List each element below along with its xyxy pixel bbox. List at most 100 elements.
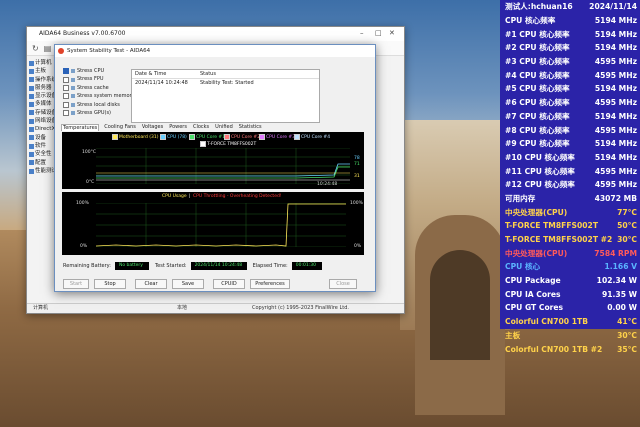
checkbox[interactable] — [63, 68, 69, 75]
close-button[interactable]: Close — [329, 279, 357, 289]
tree-node-icon — [29, 135, 34, 141]
stress-option[interactable]: Stress CPU — [63, 67, 135, 75]
tab-powers[interactable]: Powers — [168, 124, 188, 131]
stress-option[interactable]: Stress cache — [63, 84, 135, 92]
legend-core-4[interactable]: CPU Core #4 — [294, 134, 330, 140]
tree-item[interactable]: 网络设备 — [29, 117, 57, 125]
tree-item[interactable]: DirectX — [29, 125, 57, 133]
legend-core-3[interactable]: CPU Core #3 — [259, 134, 295, 140]
overlay-row: #6 CPU 核心频率 4595 MHz — [500, 96, 640, 110]
minimize-icon[interactable]: – — [360, 29, 364, 37]
temp-val-71: 71 — [354, 162, 360, 167]
tree-item[interactable]: 软件 — [29, 142, 57, 150]
overlay-label: #7 CPU 核心频率 — [505, 111, 570, 121]
overlay-value: 30°C — [617, 235, 637, 245]
device-icon — [71, 94, 75, 99]
overlay-value: 30°C — [617, 330, 637, 340]
tree-item[interactable]: 性能测试 — [29, 167, 57, 175]
tab-statistics[interactable]: Statistics — [238, 124, 263, 131]
overlay-user: 测试人:hchuan16 — [505, 2, 573, 12]
tree-item[interactable]: 主板 — [29, 67, 57, 75]
stress-option[interactable]: Stress system memory — [63, 92, 135, 100]
overlay-value: 50°C — [617, 221, 637, 231]
tree-item[interactable]: 服务器 — [29, 84, 57, 92]
usage-axis-bottom-right: 0% — [354, 244, 362, 249]
overlay-label: #12 CPU 核心频率 — [505, 180, 575, 190]
legend-core-2[interactable]: CPU Core #2 — [224, 134, 260, 140]
tree-node-icon — [29, 102, 34, 108]
overlay-date: 2024/11/14 — [589, 2, 637, 12]
overlay-row: 中央处理器(CPU) 77°C — [500, 205, 640, 219]
tree-item[interactable]: 配置 — [29, 159, 57, 167]
clear-button[interactable]: Clear — [135, 279, 167, 289]
tree-node-icon — [29, 168, 34, 174]
elapsed-label: Elapsed Time: — [252, 263, 288, 269]
started-label: Test Started: — [154, 263, 187, 269]
tab-temperatures[interactable]: Temperatures — [61, 124, 100, 131]
button-row: Start Stop Clear Save CPUID Preferences … — [63, 279, 357, 289]
maximize-icon[interactable]: □ — [375, 29, 382, 37]
main-status-bar: 计算机 本地 Copyright (c) 1995-2023 FinalWire… — [27, 303, 404, 313]
overlay-row: CPU IA Cores 91.35 W — [500, 287, 640, 301]
refresh-icon[interactable]: ↻ — [32, 44, 39, 53]
tree-item[interactable]: 设备 — [29, 134, 57, 142]
checkbox[interactable] — [63, 76, 69, 83]
preferences-button[interactable]: Preferences — [250, 279, 290, 289]
report-icon[interactable]: ▤ — [44, 44, 52, 53]
usage-axis-top-right: 100% — [350, 201, 363, 206]
overlay-value: 4595 MHz — [594, 125, 637, 135]
tree-item[interactable]: 操作系统 — [29, 76, 57, 84]
tab-voltages[interactable]: Voltages — [141, 124, 164, 131]
overlay-label: 可用内存 — [505, 193, 536, 203]
temperature-graph: Motherboard (31) CPU (78) CPU Core #1 CP… — [62, 132, 364, 189]
stress-option-label: Stress system memory — [77, 93, 135, 100]
elapsed-value: 00:01:30 — [291, 262, 322, 270]
checkbox[interactable] — [63, 110, 69, 117]
tree-item-label: 多媒体 — [35, 101, 52, 108]
save-button[interactable]: Save — [172, 279, 204, 289]
overlay-label: #3 CPU 核心频率 — [505, 57, 570, 67]
stress-option[interactable]: Stress GPU(s) — [63, 109, 135, 117]
stop-button[interactable]: Stop — [94, 279, 126, 289]
overlay-row: #11 CPU 核心频率 4595 MHz — [500, 164, 640, 178]
started-value: 2024/11/14 10:24:48 — [190, 262, 247, 270]
tab-clocks[interactable]: Clocks — [192, 124, 210, 131]
overlay-label: CPU Package — [505, 276, 561, 286]
tree-item[interactable]: 多媒体 — [29, 100, 57, 108]
tab-cooling-fans[interactable]: Cooling Fans — [103, 124, 137, 131]
legend-motherboard[interactable]: Motherboard (31) — [112, 134, 159, 140]
start-button[interactable]: Start — [63, 279, 89, 289]
legend-core-1[interactable]: CPU Core #1 — [189, 134, 225, 140]
log-row: 2024/11/14 10:24:48 Stability Test: Star… — [132, 79, 319, 87]
tree-item-label: 设备 — [35, 134, 47, 141]
overlay-row: #7 CPU 核心频率 5194 MHz — [500, 110, 640, 124]
tab-unified[interactable]: Unified — [214, 124, 234, 131]
log-header-status: Status — [200, 71, 216, 77]
cpuid-button[interactable]: CPUID — [213, 279, 245, 289]
tree-node-icon — [29, 85, 34, 91]
tree-item[interactable]: 安全性 — [29, 150, 57, 158]
overlay-label: CPU 核心 — [505, 262, 541, 272]
overlay-label: T-FORCE TM8FFS002T #2 — [505, 235, 613, 245]
tree-item[interactable]: 显示设备 — [29, 92, 57, 100]
close-icon[interactable]: ✕ — [389, 29, 395, 37]
overlay-label: #2 CPU 核心频率 — [505, 43, 570, 53]
overlay-row: #8 CPU 核心频率 4595 MHz — [500, 123, 640, 137]
stress-option[interactable]: Stress FPU — [63, 75, 135, 83]
legend-tforce[interactable]: T-FORCE TM8FFS002T — [200, 141, 256, 147]
overlay-value: 5194 MHz — [594, 139, 637, 149]
tree-node-icon — [29, 110, 34, 116]
log-row-status: Stability Test: Started — [200, 80, 254, 86]
event-log: Date & Time Status 2024/11/14 10:24:48 S… — [131, 69, 320, 123]
overlay-row: #3 CPU 核心频率 4595 MHz — [500, 55, 640, 69]
checkbox[interactable] — [63, 93, 69, 100]
checkbox[interactable] — [63, 101, 69, 108]
legend-cpu[interactable]: CPU (78) — [160, 134, 187, 140]
tree-item[interactable]: 计算机 — [29, 59, 57, 67]
stress-option[interactable]: Stress local disks — [63, 101, 135, 109]
checkbox[interactable] — [63, 85, 69, 92]
flame-icon — [58, 48, 64, 54]
overlay-label: 中央处理器(CPU) — [505, 248, 568, 258]
tree-node-icon — [29, 93, 34, 99]
tree-item[interactable]: 存储设备 — [29, 109, 57, 117]
